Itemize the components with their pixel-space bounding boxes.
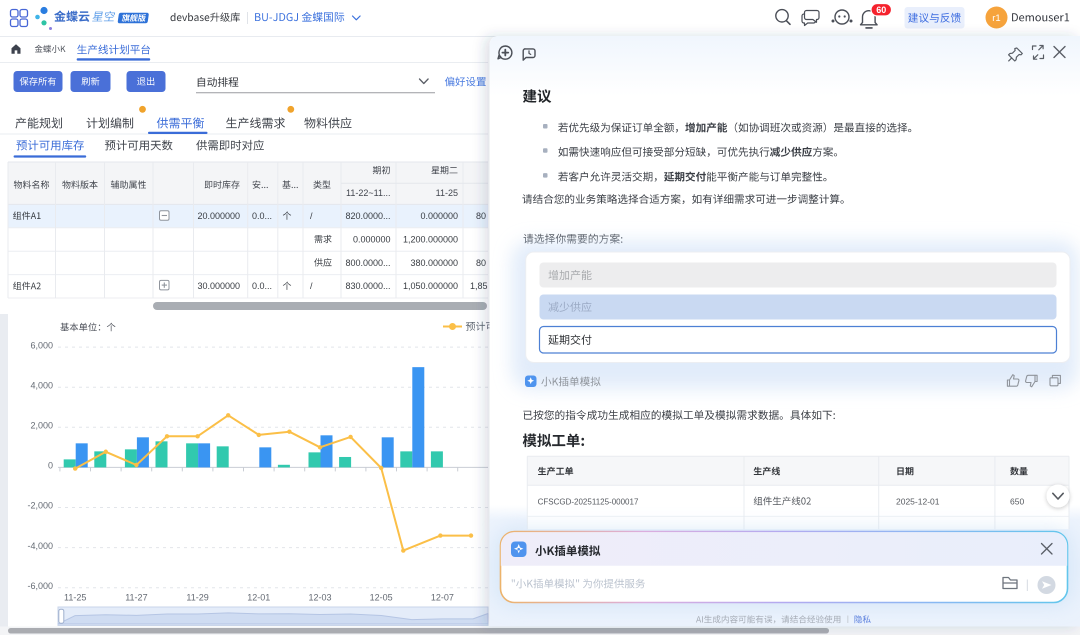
svg-text:20.000000: 20.000000 — [197, 211, 240, 221]
svg-text:12-01: 12-01 — [247, 593, 270, 603]
svg-text:0.0...: 0.0... — [252, 281, 272, 291]
svg-text:12-05: 12-05 — [370, 593, 393, 603]
svg-text:2,000: 2,000 — [30, 421, 53, 431]
svg-text:1,200.000000: 1,200.000000 — [403, 234, 458, 244]
svg-text:0.000000: 0.000000 — [420, 211, 458, 221]
svg-text:1,050.000000: 1,050.000000 — [403, 281, 458, 291]
svg-text:80: 80 — [476, 258, 486, 268]
svg-text:11-29: 11-29 — [186, 593, 208, 603]
svg-text:380.000000: 380.000000 — [410, 258, 458, 268]
svg-text:820.0000...: 820.0000... — [345, 211, 390, 221]
svg-text:12-07: 12-07 — [431, 593, 454, 603]
svg-text:0.000000: 0.000000 — [353, 234, 391, 244]
svg-text:80: 80 — [476, 211, 486, 221]
svg-text:-2,000: -2,000 — [27, 501, 53, 511]
svg-text:650: 650 — [1010, 497, 1024, 507]
svg-text:1,85: 1,85 — [470, 281, 488, 291]
svg-text:CFSCGD-20251125-000017: CFSCGD-20251125-000017 — [538, 498, 639, 507]
svg-text:0: 0 — [48, 461, 53, 471]
svg-text:4,000: 4,000 — [30, 380, 53, 390]
svg-text:r1: r1 — [992, 13, 1000, 24]
svg-text:11-22~11...: 11-22~11... — [346, 188, 390, 198]
svg-text:60: 60 — [876, 5, 886, 15]
svg-text:0.0...: 0.0... — [252, 211, 272, 221]
svg-text:830.0000...: 830.0000... — [345, 281, 390, 291]
svg-text:12-03: 12-03 — [308, 593, 331, 603]
svg-text:11-25: 11-25 — [436, 188, 458, 198]
svg-text:-4,000: -4,000 — [27, 541, 53, 551]
svg-text:30.000000: 30.000000 — [197, 281, 240, 291]
svg-text:-6,000: -6,000 — [27, 581, 53, 591]
svg-text:6,000: 6,000 — [30, 340, 53, 350]
svg-text:11-25: 11-25 — [64, 593, 86, 603]
svg-text:2025-12-01: 2025-12-01 — [896, 497, 940, 507]
svg-text:800.0000...: 800.0000... — [345, 258, 390, 268]
svg-text:11-27: 11-27 — [125, 593, 147, 603]
